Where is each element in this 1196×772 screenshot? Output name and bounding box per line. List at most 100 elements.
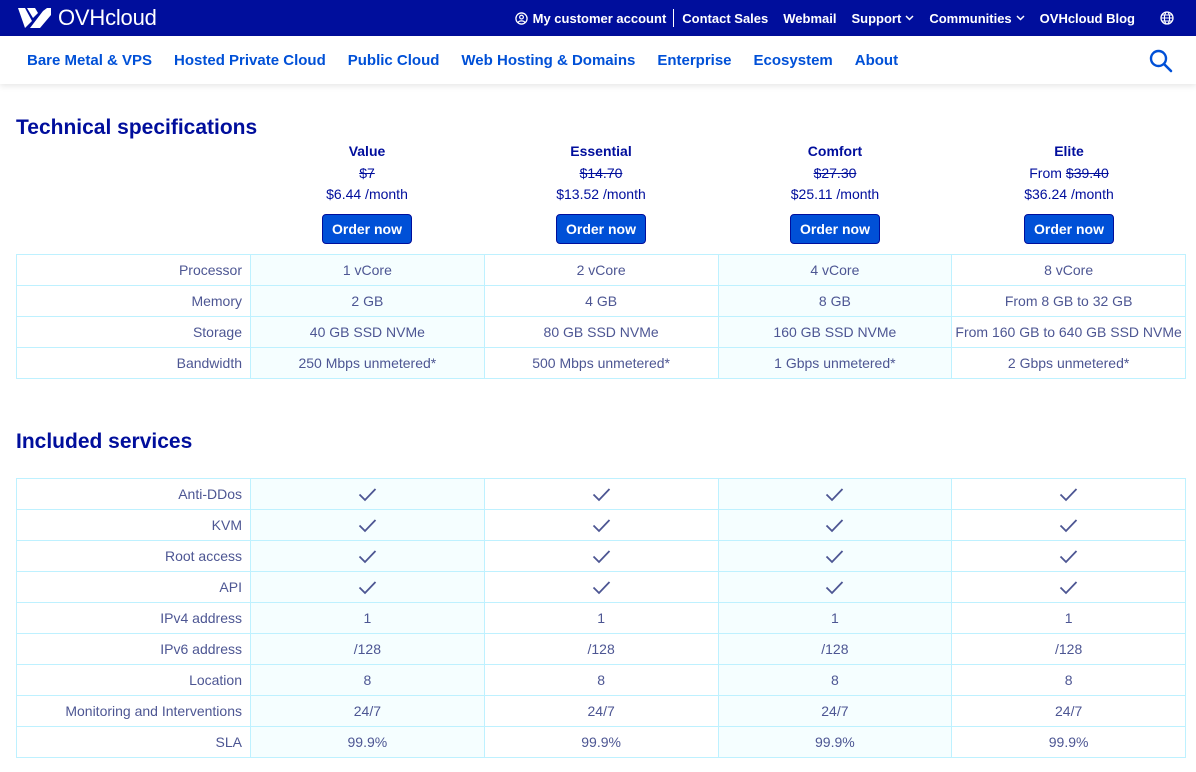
table-row: IPv4 address 1 1 1 1 [16, 602, 1186, 634]
row-label: Bandwidth [16, 347, 251, 379]
table-cell: 8 vCore [951, 254, 1186, 286]
old-price: $7 [359, 165, 375, 181]
ovhcloud-blog-label: OVHcloud Blog [1039, 10, 1135, 26]
main-nav: Bare Metal & VPS Hosted Private Cloud Pu… [0, 36, 1196, 84]
table-cell: 1 [717, 602, 953, 634]
chevron-down-icon [905, 15, 914, 21]
row-label: Storage [16, 316, 251, 348]
table-cell: 4 vCore [717, 254, 953, 286]
table-cell [717, 540, 953, 572]
table-row: Monitoring and Interventions 24/7 24/7 24/7… [16, 695, 1186, 727]
table-cell: 8 [717, 664, 953, 696]
table-cell: 24/7 [951, 695, 1186, 727]
contact-sales-label: Contact Sales [682, 10, 769, 26]
nav-item-web-hosting-domains[interactable]: Web Hosting & Domains [461, 52, 635, 69]
table-cell [717, 478, 953, 510]
table-cell: /128 [717, 633, 953, 665]
nav-items: Bare Metal & VPS Hosted Private Cloud Pu… [27, 36, 920, 84]
communities-menu[interactable]: Communities [929, 11, 1025, 26]
plan-old-price: $27.30 [718, 162, 952, 184]
old-price: $14.70 [579, 165, 623, 181]
table-row: KVM [16, 509, 1186, 541]
ovhcloud-blog-link[interactable]: OVHcloud Blog [1040, 11, 1135, 26]
top-links: My customer account Contact Sales Webmai… [514, 0, 1174, 36]
table-cell [483, 509, 719, 541]
language-selector[interactable] [1160, 11, 1174, 25]
checkmark-icon [826, 519, 844, 533]
table-cell: From 160 GB to 640 GB SSD NVMe [951, 316, 1186, 348]
table-cell [951, 540, 1186, 572]
row-label: Root access [16, 540, 251, 572]
table-cell: 160 GB SSD NVMe [717, 316, 953, 348]
table-cell [250, 540, 485, 572]
plan-headers: Value $7 $6.44 /month Order now Essentia… [250, 142, 1186, 250]
checkmark-icon [1059, 581, 1078, 595]
order-now-button-elite[interactable]: Order now [1023, 214, 1114, 244]
table-cell [951, 478, 1186, 510]
table-row: SLA 99.9% 99.9% 99.9% 99.9% [16, 726, 1186, 758]
table-cell: 99.9% [483, 726, 719, 758]
table-row: API [16, 571, 1186, 603]
table-cell [483, 478, 719, 510]
table-cell: 1 [951, 602, 1186, 634]
checkmark-icon [826, 581, 844, 595]
row-label: Location [16, 664, 251, 696]
table-cell: From 8 GB to 32 GB [951, 285, 1186, 317]
plan-price: $25.11 /month [790, 186, 880, 202]
search-icon[interactable] [1148, 48, 1174, 74]
contact-sales-link[interactable]: Contact Sales [682, 11, 768, 26]
checkmark-icon [592, 488, 610, 502]
checkmark-icon [826, 488, 844, 502]
table-cell: 99.9% [250, 726, 485, 758]
ovhcloud-logo[interactable]: OVHcloud [16, 5, 157, 31]
order-now-button-comfort[interactable]: Order now [789, 214, 880, 244]
plan-old-price: From $39.40 [952, 162, 1186, 184]
nav-item-ecosystem[interactable]: Ecosystem [754, 52, 833, 69]
table-row: Root access [16, 540, 1186, 572]
globe-icon [1160, 11, 1174, 25]
checkmark-icon [358, 581, 377, 595]
my-customer-account-link[interactable]: My customer account [514, 11, 666, 26]
order-now-button-essential[interactable]: Order now [555, 214, 646, 244]
old-price: $27.30 [813, 165, 857, 181]
checkmark-icon [1059, 550, 1078, 564]
technical-specifications-table: Processor 1 vCore 2 vCore 4 vCore 8 vCore Mem… [16, 254, 1186, 379]
table-cell: /128 [951, 633, 1186, 665]
table-row: IPv6 address/128/128/128/128 [16, 633, 1186, 665]
checkmark-icon [1059, 519, 1078, 533]
nav-item-bare-metal-vps[interactable]: Bare Metal & VPS [27, 52, 152, 69]
table-cell: 8 [250, 664, 485, 696]
table-cell: 2 vCore [483, 254, 719, 286]
checkmark-icon [358, 519, 377, 533]
technical-specifications-heading: Technical specifications [16, 116, 258, 139]
row-label: Processor [16, 254, 251, 286]
checkmark-icon [592, 550, 610, 564]
order-now-button-value[interactable]: Order now [321, 214, 412, 244]
table-row: Memory 2 GB 4 GB 8 GB From 8 GB to 32 GB [16, 285, 1186, 317]
nav-item-public-cloud[interactable]: Public Cloud [348, 52, 440, 69]
plan-price: $6.44 /month [326, 186, 408, 202]
row-label: Memory [16, 285, 251, 317]
row-label: IPv4 address [16, 602, 251, 634]
from-label: From [1029, 165, 1062, 181]
plan-elite: Elite From $39.40 $36.24 /month Order now [952, 142, 1186, 250]
plan-essential: Essential $14.70 $13.52 /month Order now [484, 142, 718, 250]
nav-item-about[interactable]: About [855, 52, 898, 69]
table-cell [250, 571, 485, 603]
table-cell: 1 [483, 602, 719, 634]
table-cell: /128 [250, 633, 485, 665]
table-cell [717, 509, 953, 541]
nav-item-enterprise[interactable]: Enterprise [657, 52, 731, 69]
top-bar: OVHcloud My customer account Contact Sal… [0, 0, 1196, 36]
checkmark-icon [358, 550, 377, 564]
brand-name: OVHcloud [58, 5, 157, 30]
included-services-heading: Included services [16, 430, 193, 453]
webmail-link[interactable]: Webmail [783, 11, 836, 26]
nav-item-hosted-private-cloud[interactable]: Hosted Private Cloud [174, 52, 326, 69]
plan-name: Value [348, 143, 386, 159]
table-row: Location 8 8 8 8 [16, 664, 1186, 696]
table-cell: 1 Gbps unmetered* [717, 347, 953, 379]
ovhcloud-logo-icon [18, 8, 51, 28]
table-cell: 2 Gbps unmetered* [951, 347, 1186, 379]
support-menu[interactable]: Support [851, 11, 914, 26]
